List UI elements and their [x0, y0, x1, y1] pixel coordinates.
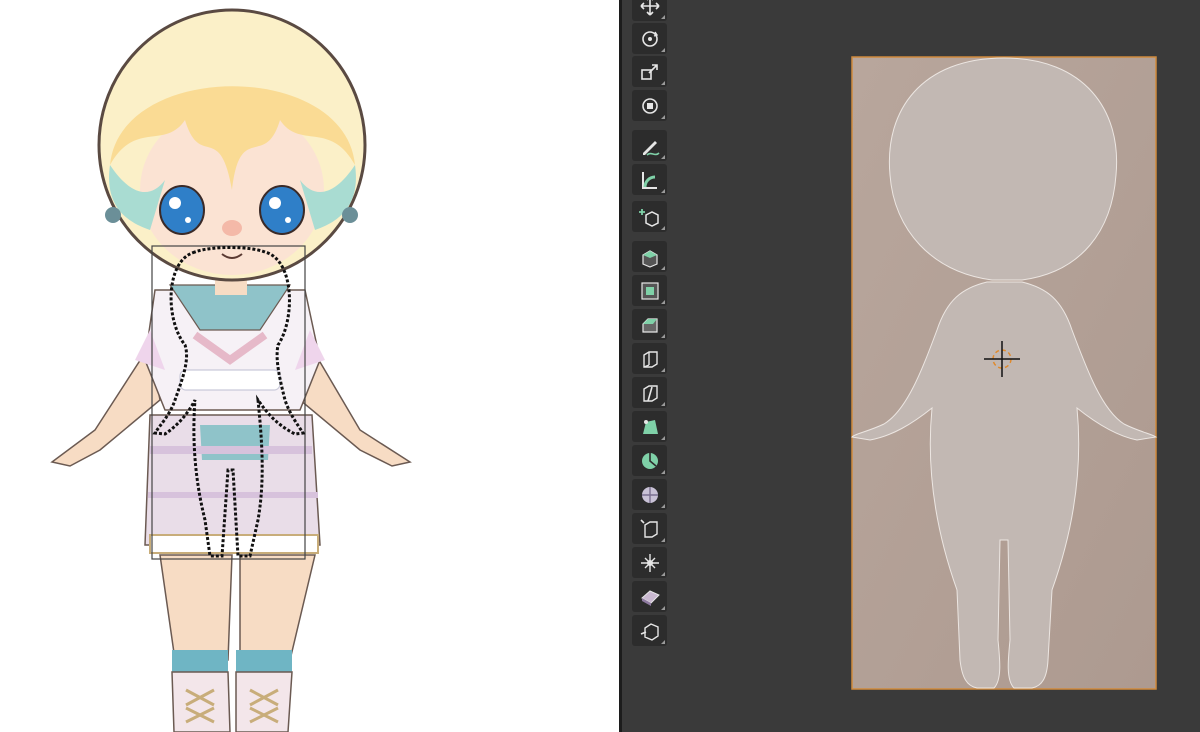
- rip-region-icon: [640, 622, 659, 641]
- shear-icon: [640, 589, 660, 606]
- viewport-scene: [851, 56, 1158, 690]
- tool-button-bevel[interactable]: [632, 309, 667, 340]
- inset-faces-icon: [640, 281, 659, 300]
- tool-button-transform[interactable]: [632, 90, 667, 121]
- tool-options-indicator: [661, 470, 665, 474]
- tool-button-rip-region[interactable]: [632, 615, 667, 646]
- move-icon: [639, 0, 660, 16]
- extrude-region-icon: [641, 249, 658, 268]
- annotate-icon: [642, 140, 660, 156]
- tool-button-spin[interactable]: [632, 445, 667, 476]
- tool-options-indicator: [661, 606, 665, 610]
- tool-button-loop-cut[interactable]: [632, 343, 667, 374]
- tool-options-indicator: [661, 640, 665, 644]
- tool-button-annotate[interactable]: [632, 130, 667, 161]
- bevel-icon: [641, 317, 658, 333]
- tool-options-indicator: [661, 538, 665, 542]
- rotate-icon: [641, 30, 658, 47]
- tool-button-shrink-fatten[interactable]: [632, 547, 667, 578]
- 3d-viewport[interactable]: [622, 0, 1200, 732]
- tool-button-inset-faces[interactable]: [632, 275, 667, 306]
- measure-icon: [641, 171, 657, 189]
- transform-icon: [641, 97, 658, 114]
- tool-options-indicator: [661, 15, 665, 19]
- tool-button-move[interactable]: [632, 0, 667, 21]
- tool-options-indicator: [661, 572, 665, 576]
- tool-button-rotate[interactable]: [632, 23, 667, 54]
- tool-options-indicator: [661, 368, 665, 372]
- tool-options-indicator: [661, 436, 665, 440]
- knife-icon: [642, 384, 658, 402]
- tool-button-scale[interactable]: [632, 56, 667, 87]
- tool-options-indicator: [661, 115, 665, 119]
- tool-button-add-cube[interactable]: [632, 201, 667, 232]
- add-cube-icon: [638, 208, 659, 227]
- tool-button-edge-slide[interactable]: [632, 513, 667, 544]
- tool-button-extrude-region[interactable]: [632, 241, 667, 272]
- tool-options-indicator: [661, 155, 665, 159]
- tool-options-indicator: [661, 334, 665, 338]
- chibi-character-illustration: [50, 8, 412, 732]
- tool-options-indicator: [661, 504, 665, 508]
- shrink-fatten-icon: [640, 553, 659, 572]
- tool-options-indicator: [661, 266, 665, 270]
- tool-options-indicator: [661, 189, 665, 193]
- loop-cut-icon: [642, 350, 658, 368]
- tool-button-measure[interactable]: [632, 164, 667, 195]
- tool-button-shear[interactable]: [632, 581, 667, 612]
- tool-options-indicator: [661, 300, 665, 304]
- spin-icon: [641, 452, 658, 469]
- tool-options-indicator: [661, 402, 665, 406]
- tool-button-knife[interactable]: [632, 377, 667, 408]
- scale-icon: [640, 63, 658, 80]
- tool-options-indicator: [661, 48, 665, 52]
- reference-image-canvas: [0, 0, 619, 732]
- smooth-icon: [641, 486, 658, 503]
- tool-options-indicator: [661, 81, 665, 85]
- edge-slide-icon: [639, 518, 658, 538]
- tool-options-indicator: [661, 226, 665, 230]
- tool-button-poly-build[interactable]: [632, 411, 667, 442]
- tool-button-smooth[interactable]: [632, 479, 667, 510]
- poly-build-icon: [642, 419, 658, 434]
